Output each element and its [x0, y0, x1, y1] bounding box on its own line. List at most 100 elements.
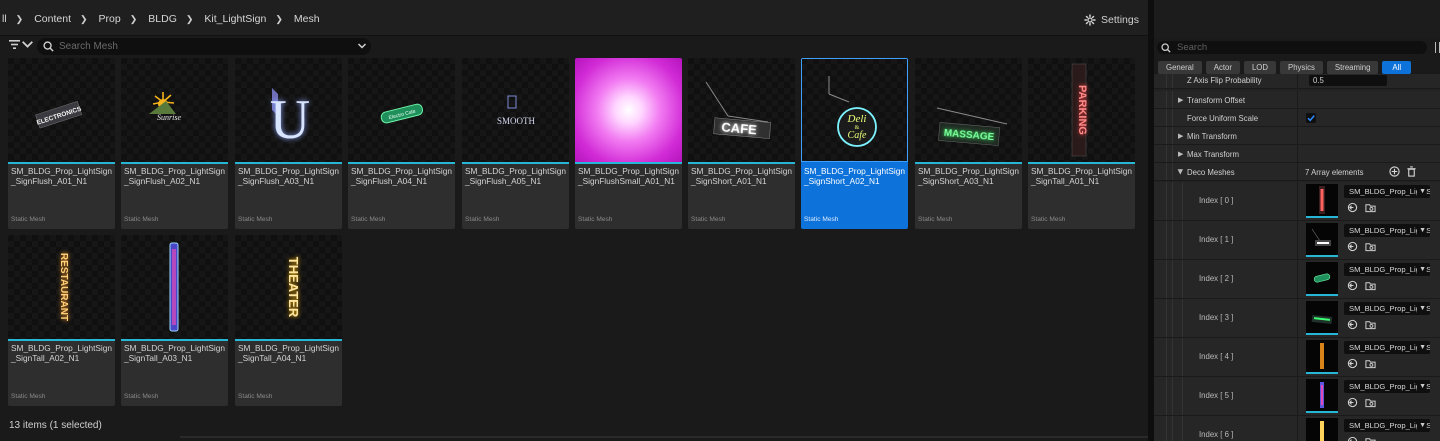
- use-selected-asset-icon[interactable]: [1347, 319, 1358, 330]
- asset-name: SM_BLDG_Prop_LightSign_SignFlush_A01_N1: [11, 166, 113, 186]
- neon-sign-thumbnail: PARKING: [1071, 63, 1088, 157]
- asset-tile[interactable]: SM_BLDG_Prop_LightSign_SignTall_A03_N1 S…: [121, 235, 228, 406]
- asset-tile[interactable]: Electro Cafe SM_BLDG_Prop_LightSign_Sign…: [348, 58, 455, 229]
- property-label: Transform Offset: [1187, 96, 1246, 105]
- indent-guide: [1172, 377, 1173, 415]
- browse-folder-icon[interactable]: [1365, 358, 1376, 369]
- z-axis-flip-value-field[interactable]: 0.5: [1309, 75, 1387, 86]
- chevron-right-icon[interactable]: ❯: [130, 14, 138, 25]
- breadcrumb-item-bldg[interactable]: BLDG: [146, 13, 179, 25]
- asset-tile[interactable]: Sunrise SM_BLDG_Prop_LightSign_SignFlush…: [121, 58, 228, 229]
- use-selected-asset-icon[interactable]: [1347, 280, 1358, 291]
- mesh-picker-dropdown[interactable]: SM_BLDG_Prop_LightSign_SignTall_A02_N1▼: [1344, 341, 1430, 354]
- indent-guide: [1172, 221, 1173, 259]
- array-index-label: Index [ 6 ]: [1199, 430, 1234, 439]
- browse-folder-icon[interactable]: [1365, 202, 1376, 213]
- neon-sign-thumbnail: [1320, 382, 1324, 408]
- tab-general[interactable]: General: [1158, 61, 1202, 74]
- tab-physics[interactable]: Physics: [1280, 61, 1323, 74]
- chevron-right-icon[interactable]: ❯: [275, 14, 283, 25]
- trash-icon[interactable]: [1406, 166, 1417, 177]
- use-selected-asset-icon[interactable]: [1347, 241, 1358, 252]
- mesh-picker-dropdown[interactable]: SM_BLDG_Prop_LightSign_SignTall_A03_N1▼: [1344, 380, 1430, 393]
- asset-tile[interactable]: THEATER SM_BLDG_Prop_LightSign_SignTall_…: [235, 235, 342, 406]
- browse-folder-icon[interactable]: [1365, 280, 1376, 291]
- asset-type: Static Mesh: [691, 216, 726, 223]
- mesh-thumbnail[interactable]: [1306, 379, 1338, 411]
- mesh-thumbnail[interactable]: [1306, 418, 1338, 441]
- chevron-right-icon[interactable]: ❯: [80, 14, 88, 25]
- asset-tile[interactable]: MASSAGE SM_BLDG_Prop_LightSign_SignShort…: [915, 58, 1022, 229]
- indent-guide: [1166, 182, 1167, 220]
- asset-name: SM_BLDG_Prop_LightSign_SignFlush_A02_N1: [124, 166, 226, 186]
- use-selected-asset-icon[interactable]: [1347, 436, 1358, 441]
- browse-folder-icon[interactable]: [1365, 241, 1376, 252]
- browse-folder-icon[interactable]: [1365, 397, 1376, 408]
- use-selected-asset-icon[interactable]: [1347, 202, 1358, 213]
- tab-streaming[interactable]: Streaming: [1326, 61, 1379, 74]
- settings-button[interactable]: Settings: [1084, 14, 1139, 26]
- use-selected-asset-icon[interactable]: [1347, 358, 1358, 369]
- force-uniform-scale-checkbox[interactable]: [1306, 113, 1316, 123]
- breadcrumb-item-content[interactable]: Content: [32, 13, 73, 25]
- add-element-icon[interactable]: [1389, 166, 1400, 177]
- details-search-input[interactable]: [1177, 42, 1407, 53]
- tab-actor[interactable]: Actor: [1205, 61, 1240, 74]
- neon-sign-thumbnail: U: [270, 88, 310, 151]
- mesh-picker-dropdown[interactable]: SM_BLDG_Prop_LightSign_SignShort_A01_N1▼: [1344, 224, 1430, 237]
- property-row-transform-offset[interactable]: ▶ Transform Offset: [1154, 91, 1440, 109]
- mesh-thumbnail[interactable]: [1306, 301, 1338, 333]
- asset-tile[interactable]: ELECTRONICS SM_BLDG_Prop_LightSign_SignF…: [8, 58, 115, 229]
- asset-tile[interactable]: U SM_BLDG_Prop_LightSign_SignFlush_A03_N…: [235, 58, 342, 229]
- asset-tile-selected[interactable]: Deli & Cafe SM_BLDG_Prop_LightSign_SignS…: [801, 58, 908, 229]
- search-options-chevron-icon[interactable]: [357, 41, 367, 51]
- column-splitter: [1297, 127, 1298, 144]
- asset-tile[interactable]: SMOOTH SM_BLDG_Prop_LightSign_SignFlush_…: [462, 58, 569, 229]
- breadcrumb-item-kit-lightsign[interactable]: Kit_LightSign: [202, 13, 268, 25]
- mesh-thumbnail[interactable]: [1306, 262, 1338, 294]
- filter-button[interactable]: [9, 40, 33, 49]
- tab-all[interactable]: All: [1382, 61, 1412, 74]
- view-options-icon[interactable]: [1435, 42, 1440, 53]
- asset-type: Static Mesh: [11, 393, 46, 400]
- asset-type: Static Mesh: [578, 216, 613, 223]
- mesh-thumbnail[interactable]: [1306, 223, 1338, 255]
- asset-name: SM_BLDG_Prop_LightSign_SignTall_A04_N1: [238, 343, 340, 363]
- column-splitter: [1297, 260, 1298, 298]
- expand-arrow-icon[interactable]: ▶: [1178, 150, 1183, 158]
- array-element-row: Index [ 3 ] SM_BLDG_Prop_LightSign_SignS…: [1154, 299, 1440, 338]
- asset-tile[interactable]: PARKING SM_BLDG_Prop_LightSign_SignTall_…: [1028, 58, 1135, 229]
- breadcrumb-item-mesh[interactable]: Mesh: [292, 13, 322, 25]
- property-row-deco-meshes[interactable]: ▶ Deco Meshes 7 Array elements: [1154, 163, 1440, 181]
- mesh-picker-dropdown[interactable]: SM_BLDG_Prop_LightSign_SignTall_A01_N1▼: [1344, 185, 1430, 198]
- browse-folder-icon[interactable]: [1365, 319, 1376, 330]
- asset-tile[interactable]: RESTAURANT SM_BLDG_Prop_LightSign_SignTa…: [8, 235, 115, 406]
- asset-name: SM_BLDG_Prop_LightSign_SignShort_A03_N1: [918, 166, 1020, 186]
- mesh-thumbnail[interactable]: [1306, 184, 1338, 216]
- asset-tile[interactable]: CAFE SM_BLDG_Prop_LightSign_SignShort_A0…: [688, 58, 795, 229]
- array-index-label: Index [ 1 ]: [1199, 235, 1234, 244]
- breadcrumb-item-prop[interactable]: Prop: [97, 13, 123, 25]
- mesh-thumbnail[interactable]: [1306, 340, 1338, 372]
- mesh-picker-dropdown[interactable]: SM_BLDG_Prop_LightSign_SignFlush_A04_N1▼: [1344, 263, 1430, 276]
- browse-folder-icon[interactable]: [1365, 436, 1376, 441]
- tab-lod[interactable]: LOD: [1243, 61, 1276, 74]
- property-label: Min Transform: [1187, 132, 1237, 141]
- breadcrumb-lead[interactable]: ll: [0, 13, 9, 25]
- property-row-max-transform[interactable]: ▶ Max Transform: [1154, 145, 1440, 163]
- asset-tile[interactable]: SM_BLDG_Prop_LightSign_SignFlushSmall_A0…: [575, 58, 682, 229]
- asset-type-bar: [1028, 162, 1135, 164]
- expand-arrow-icon[interactable]: ▶: [1178, 132, 1183, 140]
- property-row-min-transform[interactable]: ▶ Min Transform: [1154, 127, 1440, 145]
- asset-type: Static Mesh: [1031, 216, 1066, 223]
- chevron-down-icon: [22, 41, 33, 48]
- expand-arrow-icon[interactable]: ▶: [1178, 96, 1183, 104]
- asset-thumbnail: [575, 58, 682, 162]
- use-selected-asset-icon[interactable]: [1347, 397, 1358, 408]
- column-splitter: [1297, 182, 1298, 220]
- mesh-picker-dropdown[interactable]: SM_BLDG_Prop_LightSign_SignShort_A03_N1▼: [1344, 302, 1430, 315]
- search-input[interactable]: [59, 41, 349, 52]
- collapse-arrow-icon[interactable]: ▶: [1177, 169, 1185, 174]
- chevron-right-icon[interactable]: ❯: [186, 14, 194, 25]
- mesh-picker-dropdown[interactable]: SM_BLDG_Prop_LightSign_SignTall_A04_N1▼: [1344, 419, 1430, 432]
